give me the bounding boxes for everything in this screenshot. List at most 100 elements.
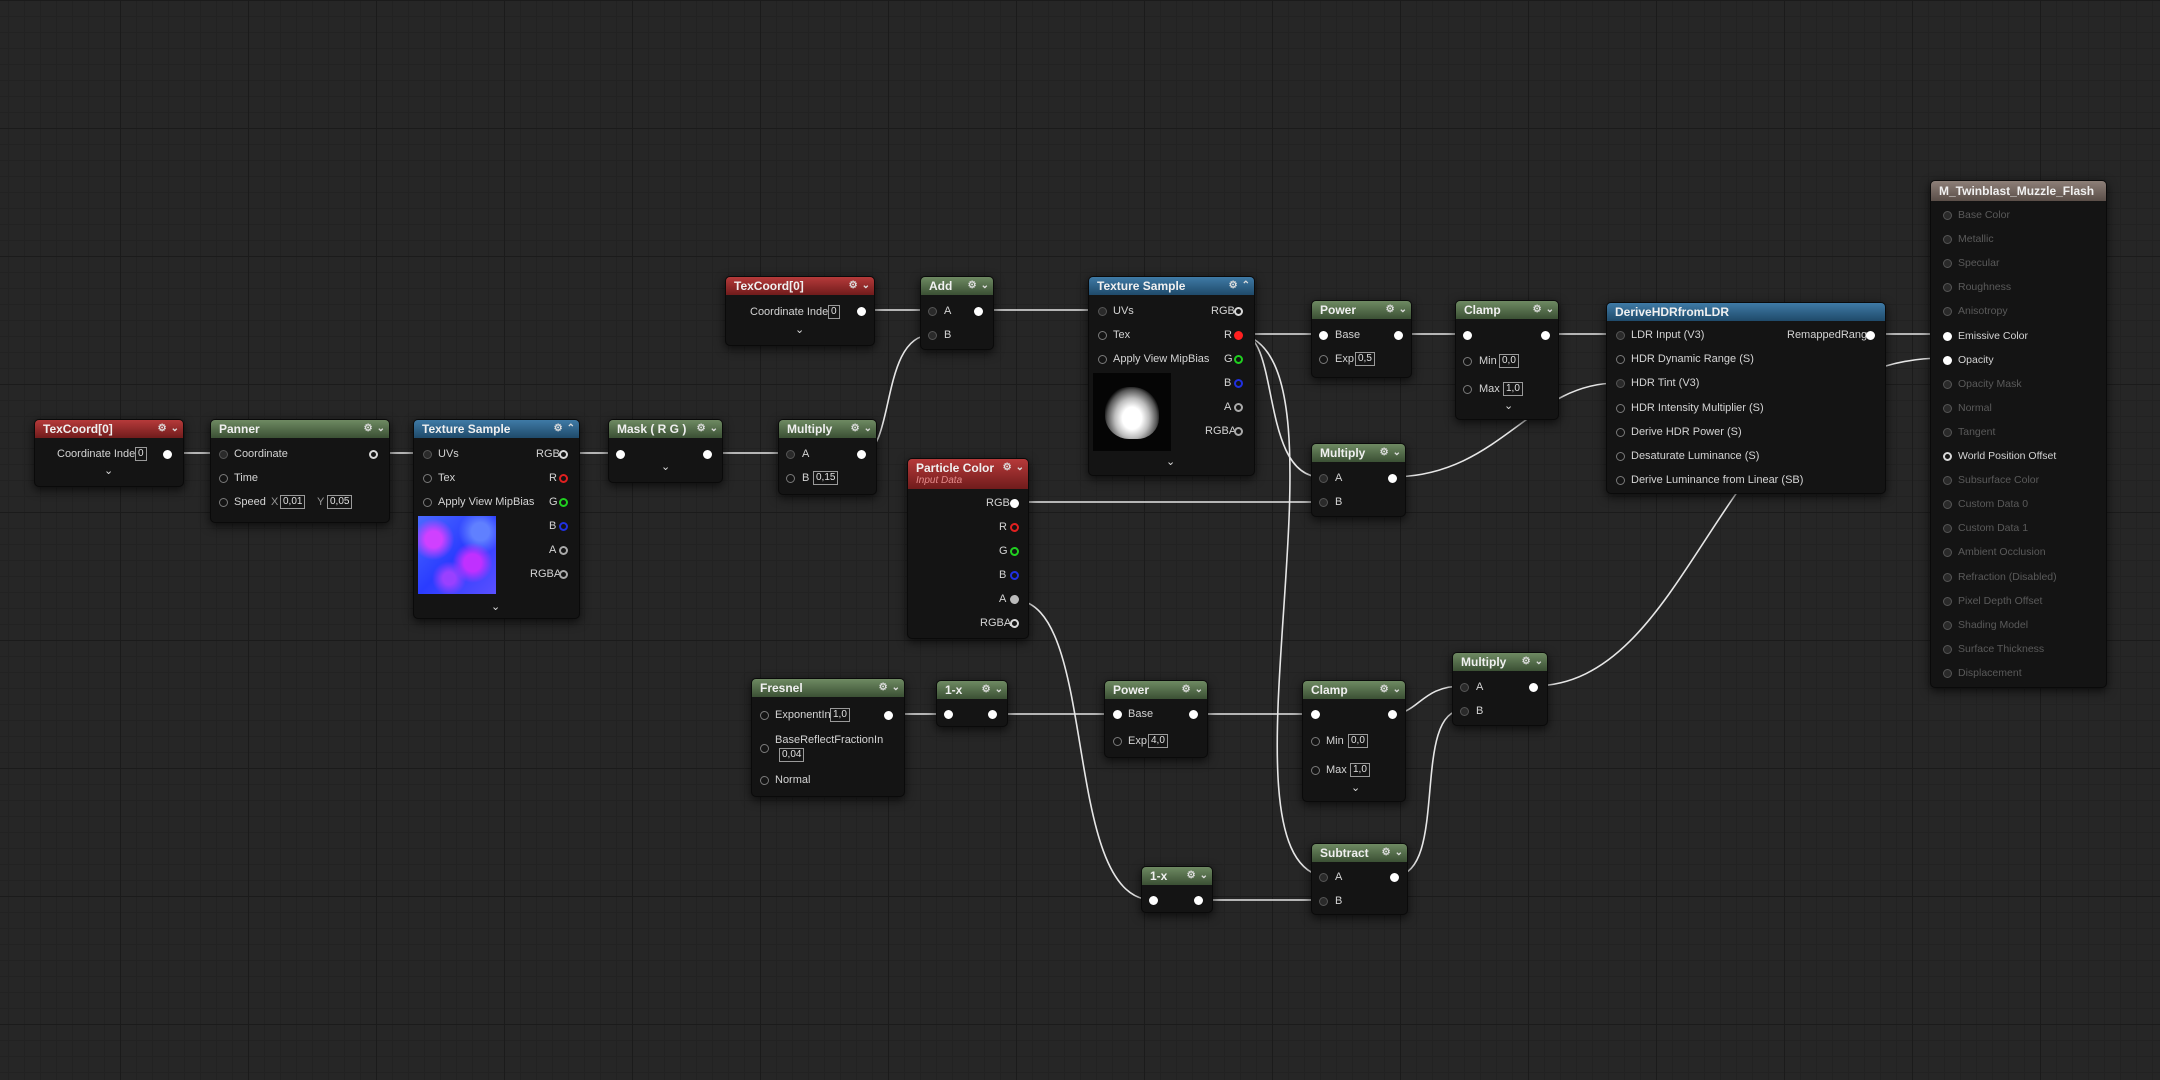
chevron-down-icon[interactable]: ⌄	[1351, 781, 1360, 794]
base-pin[interactable]	[1319, 331, 1328, 340]
chevron-down-icon[interactable]: ⌄	[795, 323, 804, 336]
mipbias-pin[interactable]	[423, 498, 432, 507]
base-reflect-pin[interactable]	[760, 744, 769, 753]
b-pin[interactable]	[559, 522, 568, 531]
derive-hdr-node[interactable]: DeriveHDRfromLDR LDR Input (V3) Remapped…	[1606, 302, 1886, 494]
clamp-node[interactable]: Clamp ⚙ ⌄ Min 0,0 Max 1,0 ⌄	[1302, 680, 1406, 802]
exp-value[interactable]: 4,0	[1148, 734, 1168, 748]
tex-pin[interactable]	[423, 474, 432, 483]
chevron-down-icon[interactable]: ⌄	[710, 420, 718, 438]
gear-icon[interactable]: ⚙	[554, 420, 563, 438]
gear-icon[interactable]: ⚙	[364, 420, 373, 438]
speed-y-value[interactable]: 0,05	[327, 495, 353, 509]
min-value[interactable]: 0,0	[1348, 734, 1368, 748]
b-pin[interactable]	[928, 331, 937, 340]
multiply-node[interactable]: Multiply ⚙ ⌄ A B 0,15	[778, 419, 877, 495]
b-pin[interactable]	[786, 474, 795, 483]
material-input-pin[interactable]	[1943, 235, 1952, 245]
texcoord-node[interactable]: TexCoord[0] ⚙ ⌄ Coordinate Index 0 ⌄	[725, 276, 875, 346]
desaturate-pin[interactable]	[1616, 452, 1625, 461]
material-input-pin[interactable]	[1943, 644, 1952, 654]
chevron-down-icon[interactable]: ⌄	[1393, 681, 1401, 699]
r-pin[interactable]	[559, 474, 568, 483]
rgba-pin[interactable]	[1234, 427, 1243, 436]
power-node[interactable]: Power ⚙ ⌄ Base Exp 4,0	[1104, 680, 1208, 758]
chevron-down-icon[interactable]: ⌄	[1399, 301, 1407, 319]
output-pin[interactable]	[857, 307, 866, 316]
gear-icon[interactable]: ⚙	[1533, 301, 1542, 319]
output-pin[interactable]	[1388, 474, 1397, 483]
chevron-down-icon[interactable]: ⌄	[862, 277, 870, 295]
clamp-node[interactable]: Clamp ⚙ ⌄ Min 0,0 Max 1,0 ⌄	[1455, 300, 1559, 420]
exponent-pin[interactable]	[760, 711, 769, 720]
rgb-pin[interactable]	[559, 450, 568, 459]
material-input-pin[interactable]	[1943, 548, 1952, 558]
tex-pin[interactable]	[1098, 331, 1107, 340]
a-pin[interactable]	[1234, 403, 1243, 412]
material-input-pin[interactable]	[1943, 307, 1952, 317]
material-input-pin[interactable]	[1943, 283, 1952, 293]
gear-icon[interactable]: ⚙	[851, 420, 860, 438]
material-input-pin[interactable]	[1943, 403, 1952, 413]
gear-icon[interactable]: ⚙	[1229, 277, 1238, 295]
chevron-down-icon[interactable]: ⌄	[171, 420, 179, 438]
a-pin[interactable]	[559, 546, 568, 555]
hdr-tint-pin[interactable]	[1616, 379, 1625, 388]
g-pin[interactable]	[559, 498, 568, 507]
material-input-pin[interactable]	[1943, 259, 1952, 269]
rgba-pin[interactable]	[559, 570, 568, 579]
b-pin[interactable]	[1319, 498, 1328, 507]
rgb-pin[interactable]	[1234, 307, 1243, 316]
chevron-down-icon[interactable]: ⌄	[661, 460, 670, 473]
gear-icon[interactable]: ⚙	[982, 681, 991, 699]
normal-pin[interactable]	[760, 776, 769, 785]
a-pin[interactable]	[1319, 873, 1328, 882]
material-input-pin[interactable]	[1943, 427, 1952, 437]
chevron-down-icon[interactable]: ⌄	[864, 420, 872, 438]
exponent-value[interactable]: 1,0	[830, 708, 850, 722]
gear-icon[interactable]: ⚙	[1380, 444, 1389, 462]
chevron-down-icon[interactable]: ⌄	[1395, 844, 1403, 862]
texture-sample-node[interactable]: Texture Sample ⚙ ⌃ UVs Tex Apply View MipB…	[1088, 276, 1255, 476]
subtract-node[interactable]: Subtract ⚙ ⌄ A B	[1311, 843, 1408, 915]
mask-node[interactable]: Mask ( R G ) ⚙ ⌄ ⌄	[608, 419, 723, 483]
chevron-down-icon[interactable]: ⌄	[491, 600, 500, 613]
chevron-down-icon[interactable]: ⌄	[1016, 459, 1024, 477]
material-input-pin[interactable]	[1943, 452, 1952, 461]
coordinate-index-value[interactable]: 0	[828, 305, 840, 319]
a-pin[interactable]	[1319, 474, 1328, 483]
b-pin[interactable]	[1234, 379, 1243, 388]
g-pin[interactable]	[1010, 547, 1019, 556]
gear-icon[interactable]: ⚙	[1182, 681, 1191, 699]
output-pin[interactable]	[703, 450, 712, 459]
b-pin[interactable]	[1010, 571, 1019, 580]
coordinate-index-value[interactable]: 0	[135, 447, 147, 461]
a-pin[interactable]	[1010, 595, 1019, 604]
b-pin[interactable]	[1460, 707, 1469, 716]
chevron-down-icon[interactable]: ⌄	[104, 464, 113, 477]
chevron-down-icon[interactable]: ⌄	[995, 681, 1003, 699]
chevron-down-icon[interactable]: ⌄	[377, 420, 385, 438]
texture-sample-node[interactable]: Texture Sample ⚙ ⌃ UVs Tex Apply View MipB…	[413, 419, 580, 619]
input-pin[interactable]	[616, 450, 625, 459]
material-input-pin[interactable]	[1943, 596, 1952, 606]
material-output-node[interactable]: M_Twinblast_Muzzle_Flash Base Color Metal…	[1930, 180, 2107, 688]
hdr-intensity-pin[interactable]	[1616, 404, 1625, 413]
input-pin[interactable]	[1463, 331, 1472, 340]
chevron-down-icon[interactable]: ⌄	[1393, 444, 1401, 462]
min-value[interactable]: 0,0	[1499, 354, 1519, 368]
output-pin[interactable]	[1194, 896, 1203, 905]
chevron-down-icon[interactable]: ⌄	[1166, 455, 1175, 468]
remapped-range-pin[interactable]	[1866, 331, 1875, 340]
power-node[interactable]: Power ⚙ ⌄ Base Exp 0,5	[1311, 300, 1412, 378]
gear-icon[interactable]: ⚙	[1522, 653, 1531, 671]
uvs-pin[interactable]	[1098, 307, 1107, 316]
gear-icon[interactable]: ⚙	[158, 420, 167, 438]
material-input-pin[interactable]	[1943, 379, 1952, 389]
a-pin[interactable]	[786, 450, 795, 459]
gear-icon[interactable]: ⚙	[1382, 844, 1391, 862]
output-pin[interactable]	[988, 710, 997, 719]
b-value[interactable]: 0,15	[813, 471, 839, 485]
base-reflect-value[interactable]: 0,04	[779, 748, 805, 762]
output-pin[interactable]	[884, 711, 893, 720]
